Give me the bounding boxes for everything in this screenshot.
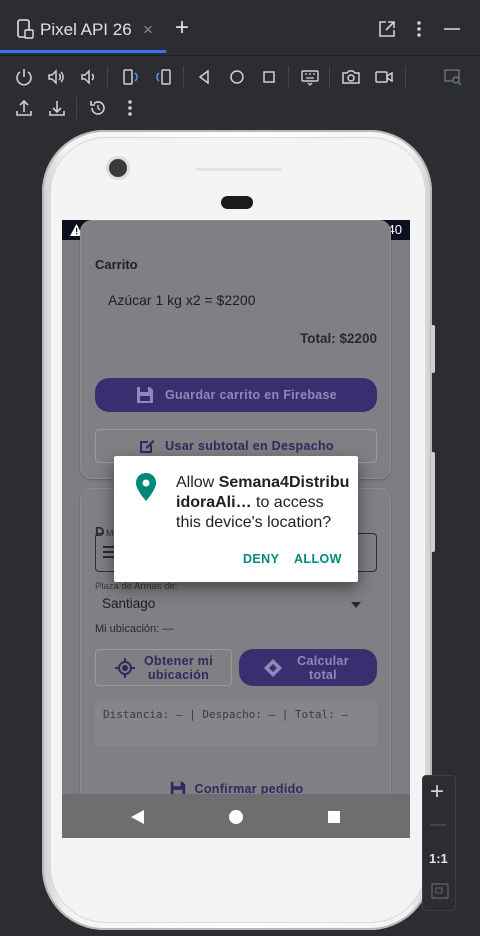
use-subtotal-label: Usar subtotal en Despacho (165, 439, 334, 453)
close-tab-icon[interactable]: × (143, 20, 153, 40)
phone-volume-rocker (431, 452, 435, 552)
summary-box: Distancia: — | Despacho: — | Total: — (95, 699, 377, 746)
zoom-out-icon[interactable]: — (430, 816, 446, 834)
keyboard-icon[interactable] (297, 64, 323, 90)
volume-up-icon[interactable] (43, 64, 69, 90)
home-icon[interactable] (224, 64, 250, 90)
calculate-total-label: Calcular total (297, 653, 349, 682)
cart-title: Carrito (95, 257, 138, 272)
toolbar-separator (183, 66, 184, 88)
calculate-total-button[interactable]: Calcular total (239, 649, 377, 686)
location-permission-dialog: Allow Semana4DistribuidoraAli… to access… (114, 456, 358, 582)
layout-inspector-icon[interactable] (440, 64, 466, 90)
my-location-icon (114, 657, 135, 678)
permission-message: Allow Semana4DistribuidoraAli… to access… (176, 473, 352, 533)
upload-icon[interactable] (11, 95, 37, 121)
zoom-in-icon[interactable]: + (430, 778, 444, 806)
summary-text: Distancia: — | Despacho: — | Total: — (103, 708, 349, 721)
screenshot-camera-icon[interactable] (338, 64, 364, 90)
location-pin-icon (136, 473, 156, 501)
rotate-right-icon[interactable] (151, 64, 177, 90)
calculate-diamond-icon (264, 658, 282, 677)
fit-screen-icon[interactable] (431, 883, 449, 899)
active-tab-indicator (0, 50, 166, 53)
screen-record-icon[interactable] (371, 64, 397, 90)
cart-item: Azúcar 1 kg x2 = $2200 (108, 292, 256, 308)
zoom-panel: + — 1:1 (422, 775, 456, 911)
toolbar-separator (405, 66, 406, 88)
allow-button[interactable]: ALLOW (294, 552, 342, 566)
save-cart-firebase-button[interactable]: Guardar carrito en Firebase (95, 378, 377, 412)
toolbar-separator (76, 97, 77, 119)
phone-side-button (431, 325, 435, 373)
device-icon (16, 19, 34, 44)
save-cart-firebase-label: Guardar carrito en Firebase (164, 388, 338, 402)
permission-message-prefix: Allow (176, 474, 219, 491)
more-options-icon[interactable] (412, 19, 426, 44)
volume-down-icon[interactable] (75, 64, 101, 90)
get-location-label: Obtener mi ubicación (144, 653, 213, 682)
rotate-left-icon[interactable] (117, 64, 143, 90)
earpiece (221, 196, 253, 209)
toolbar-separator (288, 66, 289, 88)
device-tab[interactable]: Pixel API 26 × (0, 0, 166, 56)
speaker-grille (196, 168, 282, 171)
deny-button[interactable]: DENY (243, 552, 279, 566)
open-external-icon[interactable] (377, 19, 397, 44)
plaza-select[interactable]: Santiago (95, 594, 365, 616)
overview-icon[interactable] (256, 64, 282, 90)
nav-recents-icon[interactable] (328, 811, 340, 823)
device-tab-title: Pixel API 26 (40, 20, 132, 39)
dropdown-arrow-icon (351, 602, 361, 608)
toolbar-separator (329, 66, 330, 88)
edit-icon (140, 440, 155, 453)
get-location-button[interactable]: Obtener mi ubicación (95, 649, 232, 686)
power-icon[interactable] (11, 64, 37, 90)
front-camera (109, 159, 127, 177)
emulator-tab-bar: Pixel API 26 × + (0, 0, 480, 56)
my-location-text: Mi ubicación: — (95, 623, 174, 635)
cart-total: Total: $2200 (299, 331, 377, 346)
plaza-label: Plaza de Armas de: (95, 581, 178, 592)
navigation-bar (62, 794, 410, 838)
toolbar-more-icon[interactable] (117, 95, 143, 121)
nav-back-icon[interactable] (131, 810, 145, 824)
toolbar-separator (107, 66, 108, 88)
back-icon[interactable] (191, 64, 217, 90)
plaza-selected-value: Santiago (102, 596, 156, 611)
actual-size-button[interactable]: 1:1 (429, 851, 448, 866)
device-screen[interactable]: 11:40 Carrito Azúcar 1 kg x2 = $2200 Tot… (62, 220, 410, 838)
new-tab-icon[interactable]: + (175, 14, 189, 42)
save-icon (136, 387, 153, 403)
nav-home-icon[interactable] (229, 810, 243, 824)
download-icon[interactable] (44, 95, 70, 121)
minimize-icon[interactable] (442, 19, 462, 44)
snapshot-history-icon[interactable] (85, 95, 111, 121)
